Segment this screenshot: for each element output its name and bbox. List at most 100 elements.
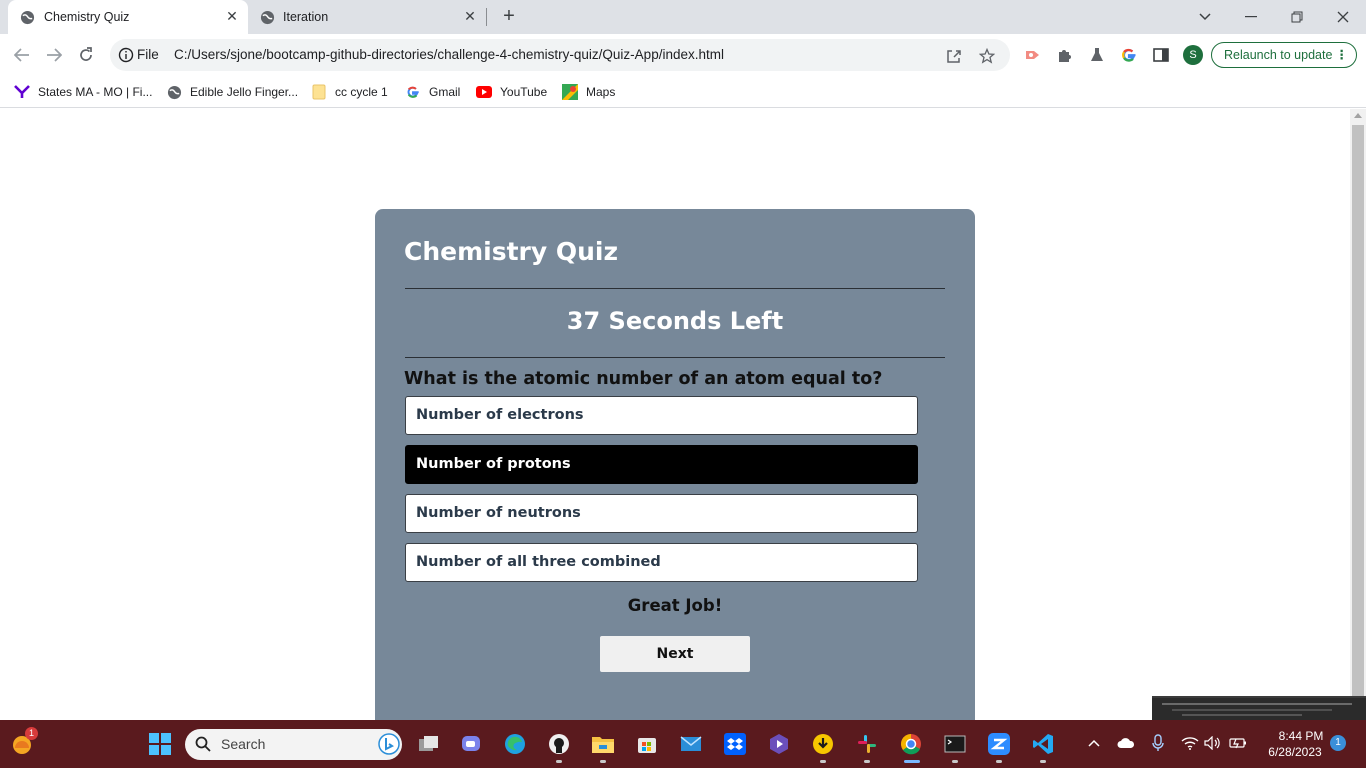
clock-time[interactable]: 8:44 PM: [1268, 729, 1334, 743]
chrome-icon[interactable]: [899, 732, 923, 756]
google-icon[interactable]: [1120, 46, 1138, 64]
bookmarks-bar: States MA - MO | Fi... Edible Jello Fing…: [0, 76, 1366, 108]
dropbox-icon[interactable]: [723, 732, 747, 756]
tab-strip: Chemistry Quiz ✕ Iteration ✕ +: [0, 0, 1366, 34]
scroll-up-icon[interactable]: [1354, 113, 1362, 118]
running-indicator: [1040, 760, 1046, 763]
taskbar-search[interactable]: Search: [185, 729, 402, 760]
bookmark-maps[interactable]: Maps: [562, 82, 615, 102]
task-view-icon[interactable]: [417, 732, 441, 756]
tab-chemistry-quiz[interactable]: Chemistry Quiz ✕: [8, 0, 248, 34]
running-indicator: [864, 760, 870, 763]
restore-icon[interactable]: [1283, 4, 1311, 30]
bing-icon[interactable]: [378, 733, 400, 755]
profile-avatar[interactable]: S: [1183, 45, 1203, 65]
youtube-icon: [476, 84, 492, 100]
terminal-window-preview[interactable]: [1152, 696, 1366, 720]
page-scrollbar[interactable]: [1350, 109, 1366, 720]
active-indicator: [904, 760, 920, 763]
wifi-icon[interactable]: [1181, 734, 1199, 752]
google-icon: [405, 84, 421, 100]
windows-taskbar: 1 Search 8:44 PM 6/28/2023 1: [0, 720, 1366, 768]
zoom-icon[interactable]: [987, 732, 1011, 756]
relaunch-to-update-button[interactable]: Relaunch to update ⋮: [1211, 42, 1357, 68]
question-text: What is the atomic number of an atom equ…: [404, 369, 883, 389]
url-text[interactable]: C:/Users/sjone/bootcamp-github-directori…: [174, 47, 724, 62]
close-icon[interactable]: ✕: [224, 8, 240, 24]
divider: [405, 357, 945, 358]
tab-search-chevron-icon[interactable]: [1191, 4, 1219, 30]
search-icon: [195, 736, 211, 752]
bookmark-states[interactable]: States MA - MO | Fi...: [14, 82, 152, 102]
chevron-up-icon[interactable]: [1085, 734, 1103, 752]
running-indicator: [996, 760, 1002, 763]
clipchamp-icon[interactable]: [767, 732, 791, 756]
windows-start-icon[interactable]: [148, 732, 172, 756]
extension-red-icon[interactable]: [1024, 46, 1042, 64]
scroll-thumb[interactable]: [1352, 125, 1364, 720]
onedrive-icon[interactable]: [1117, 734, 1135, 752]
info-icon[interactable]: [118, 47, 134, 63]
answer-button-neutrons[interactable]: Number of neutrons: [405, 494, 918, 533]
microphone-icon[interactable]: [1149, 734, 1167, 752]
quiz-card: Chemistry Quiz 37 Seconds Left What is t…: [375, 209, 975, 720]
answer-button-protons[interactable]: Number of protons: [405, 445, 918, 484]
side-panel-icon[interactable]: [1152, 46, 1170, 64]
bookmark-label: Edible Jello Finger...: [190, 85, 299, 99]
divider: [405, 288, 945, 289]
running-indicator: [600, 760, 606, 763]
page-viewport: Chemistry Quiz 37 Seconds Left What is t…: [0, 109, 1350, 720]
clock-date[interactable]: 6/28/2023: [1262, 745, 1328, 759]
scheme-label: File: [137, 47, 159, 62]
download-icon[interactable]: [811, 732, 835, 756]
address-bar[interactable]: File C:/Users/sjone/bootcamp-github-dire…: [110, 39, 1010, 71]
bookmark-gmail[interactable]: Gmail: [405, 82, 460, 102]
bookmark-label: Maps: [586, 85, 616, 99]
tab-title: Iteration: [283, 10, 329, 24]
globe-icon: [20, 10, 35, 25]
answer-button-combined[interactable]: Number of all three combined: [405, 543, 918, 582]
new-tab-button[interactable]: +: [499, 6, 519, 27]
github-icon[interactable]: [547, 732, 571, 756]
reload-icon[interactable]: [74, 43, 98, 67]
file-explorer-icon[interactable]: [591, 732, 615, 756]
weather-badge: 1: [25, 727, 38, 740]
answer-button-electrons[interactable]: Number of electrons: [405, 396, 918, 435]
next-button[interactable]: Next: [600, 636, 750, 672]
mail-icon[interactable]: [679, 732, 703, 756]
bookmark-youtube[interactable]: YouTube: [476, 82, 547, 102]
microsoft-store-icon[interactable]: [635, 732, 659, 756]
battery-icon[interactable]: [1229, 734, 1247, 752]
slack-icon[interactable]: [855, 732, 879, 756]
volume-icon[interactable]: [1204, 734, 1222, 752]
notification-badge[interactable]: 1: [1330, 735, 1346, 751]
tab-separator: [486, 8, 487, 26]
close-window-icon[interactable]: [1329, 4, 1357, 30]
bookmark-label: Gmail: [429, 85, 461, 99]
search-placeholder: Search: [221, 736, 266, 752]
tab-title: Chemistry Quiz: [44, 10, 130, 24]
star-icon[interactable]: [978, 47, 996, 65]
terminal-icon[interactable]: [943, 732, 967, 756]
share-icon[interactable]: [945, 47, 963, 65]
back-arrow-icon[interactable]: [10, 43, 34, 67]
timer-text: 37 Seconds Left: [566, 307, 784, 335]
forward-arrow-icon[interactable]: [42, 43, 66, 67]
running-indicator: [556, 760, 562, 763]
bookmark-label: cc cycle 1: [335, 85, 388, 99]
puzzle-icon[interactable]: [1056, 46, 1074, 64]
teams-chat-icon[interactable]: [459, 732, 483, 756]
bookmark-label: States MA - MO | Fi...: [38, 85, 153, 99]
close-icon[interactable]: ✕: [462, 8, 478, 24]
minimize-icon[interactable]: [1237, 4, 1265, 30]
flask-icon[interactable]: [1088, 46, 1106, 64]
more-vert-icon[interactable]: ⋮: [1336, 43, 1349, 67]
feedback-text: Great Job!: [627, 596, 723, 615]
edge-icon[interactable]: [503, 732, 527, 756]
bookmark-edible-jello[interactable]: Edible Jello Finger...: [166, 82, 298, 102]
bookmark-cc-cycle-1[interactable]: cc cycle 1: [311, 82, 388, 102]
tab-iteration[interactable]: Iteration ✕: [250, 0, 486, 34]
vscode-icon[interactable]: [1031, 732, 1055, 756]
bookmark-label: YouTube: [500, 85, 548, 99]
folder-icon: [311, 84, 327, 100]
